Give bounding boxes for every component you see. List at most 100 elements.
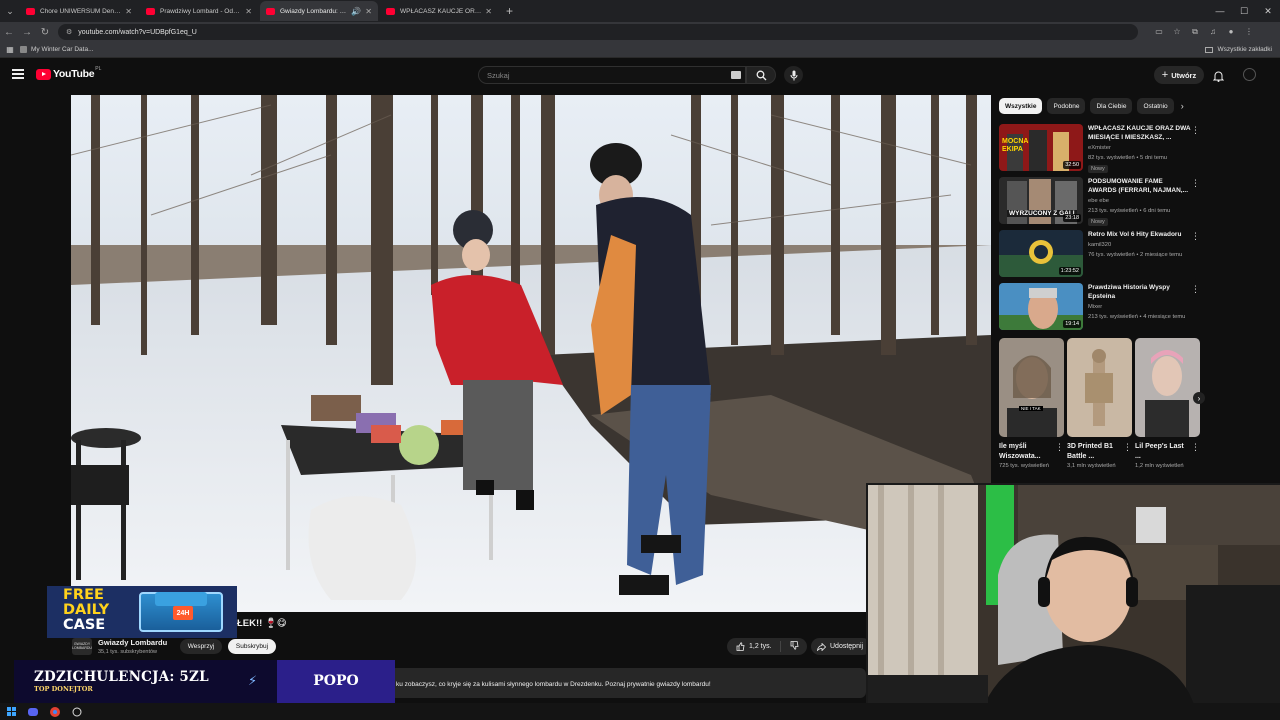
bookmarks-bar: ▦ My Winter Car Data... Wszystkie zakład… bbox=[0, 42, 1280, 58]
channel-avatar[interactable]: GWIAZDY LOMBARDU bbox=[72, 638, 92, 655]
short-title[interactable]: 3D Printed B1 Battle ... bbox=[1067, 442, 1122, 462]
minimize-icon[interactable]: — bbox=[1208, 0, 1232, 22]
chip-related[interactable]: Podobne bbox=[1047, 98, 1086, 114]
thumbs-up-icon bbox=[736, 642, 745, 651]
channel-name[interactable]: eXmister bbox=[1088, 145, 1111, 151]
all-bookmarks-button[interactable]: Wszystkie zakładki bbox=[1205, 46, 1272, 53]
recommendation-item[interactable]: MOCNA EKIPA 32:50 WPŁACASZ KAUCJE ORAZ D… bbox=[999, 124, 1204, 173]
new-tab-button[interactable]: + bbox=[500, 4, 519, 18]
short-item[interactable]: NIE I TAK Ile myśli Wiszowata... 725 tys… bbox=[999, 338, 1064, 469]
video-player[interactable] bbox=[71, 95, 991, 612]
browser-tab-2[interactable]: Prawdziwy Lombard - Odcinek ✕ bbox=[140, 1, 258, 21]
start-windows-icon[interactable] bbox=[0, 707, 22, 716]
subscribe-button[interactable]: Subskrybuj bbox=[228, 639, 276, 654]
shorts-shelf: NIE I TAK Ile myśli Wiszowata... 725 tys… bbox=[999, 338, 1205, 484]
url-field[interactable]: ⚙ youtube.com/watch?v=UDBpfG1eq_U bbox=[58, 24, 1138, 40]
close-icon[interactable]: ✕ bbox=[365, 7, 372, 16]
short-title[interactable]: Ile myśli Wiszowata... bbox=[999, 442, 1054, 462]
search-input[interactable]: Szukaj bbox=[478, 66, 746, 84]
close-icon[interactable]: ✕ bbox=[485, 7, 492, 16]
chevron-right-icon[interactable]: › bbox=[1181, 101, 1184, 111]
webcam-overlay bbox=[866, 483, 1280, 720]
create-button[interactable]: + Utwórz bbox=[1154, 66, 1204, 84]
chevron-right-icon[interactable]: › bbox=[1193, 392, 1205, 404]
extensions-icon[interactable]: ⧉ bbox=[1186, 27, 1204, 37]
browser-tab-4[interactable]: WPŁACASZ KAUCJE ORAZ DWA ✕ bbox=[380, 1, 498, 21]
more-options-icon[interactable]: ⋮ bbox=[1191, 178, 1200, 189]
short-item[interactable]: Lil Peep's Last ... 1,2 mln wyświetleń ⋮ bbox=[1135, 338, 1200, 469]
channel-name[interactable]: ebe ebe bbox=[1088, 198, 1109, 204]
browser-tab-3-active[interactable]: Gwiazdy Lombardu: Gotuje 🔊 ✕ bbox=[260, 1, 378, 21]
bookmark-star-icon[interactable]: ☆ bbox=[1168, 27, 1186, 37]
dislike-button[interactable] bbox=[781, 641, 807, 652]
speaker-icon[interactable]: 🔊 bbox=[351, 7, 361, 16]
like-button[interactable]: 1,2 tys. bbox=[727, 641, 781, 652]
donor-name: POPO bbox=[313, 673, 359, 689]
short-thumbnail[interactable] bbox=[1135, 338, 1200, 437]
voice-search-button[interactable] bbox=[784, 66, 803, 84]
chip-recent[interactable]: Ostatnio bbox=[1137, 98, 1174, 114]
recommendation-item[interactable]: 19:14 Prawdziwa Historia Wyspy Epsteina … bbox=[999, 283, 1204, 331]
close-window-icon[interactable]: ✕ bbox=[1256, 0, 1280, 22]
video-title[interactable]: Retro Mix Vol 6 Hity Ekwadoru bbox=[1088, 231, 1192, 240]
bookmark-item[interactable]: My Winter Car Data... bbox=[20, 46, 93, 53]
short-title[interactable]: Lil Peep's Last ... bbox=[1135, 442, 1190, 462]
hamburger-menu-icon[interactable] bbox=[12, 69, 24, 79]
notifications-button[interactable] bbox=[1212, 69, 1225, 87]
account-avatar[interactable] bbox=[1243, 68, 1256, 81]
site-info-icon[interactable]: ⚙ bbox=[66, 28, 72, 36]
video-thumbnail[interactable]: WYRZUCONY Z GALI 23:18 bbox=[999, 177, 1083, 224]
video-title[interactable]: WPŁACASZ KAUCJE ORAZ DWA MIESIĄCE I MIES… bbox=[1088, 125, 1192, 142]
channel-name[interactable]: Mixer bbox=[1088, 304, 1102, 310]
share-button[interactable]: Udostępnij bbox=[811, 638, 871, 655]
video-title[interactable]: PODSUMOWANIE FAME AWARDS (FERRARI, NAJMA… bbox=[1088, 178, 1192, 195]
youtube-favicon-icon bbox=[26, 7, 35, 15]
reload-icon[interactable]: ↻ bbox=[36, 27, 54, 38]
short-thumbnail[interactable]: NIE I TAK bbox=[999, 338, 1064, 437]
menu-kebab-icon[interactable]: ⋮ bbox=[1240, 27, 1258, 37]
recommendation-item[interactable]: 1:23:52 Retro Mix Vol 6 Hity Ekwadoru ka… bbox=[999, 230, 1204, 278]
apps-grid-icon[interactable]: ▦ bbox=[0, 45, 20, 54]
more-options-icon[interactable]: ⋮ bbox=[1055, 442, 1064, 453]
video-thumbnail[interactable]: 1:23:52 bbox=[999, 230, 1083, 277]
back-icon[interactable]: ← bbox=[0, 27, 18, 38]
more-options-icon[interactable]: ⋮ bbox=[1191, 442, 1200, 453]
short-item[interactable]: 3D Printed B1 Battle ... 3,1 mln wyświet… bbox=[1067, 338, 1132, 469]
app-icon[interactable] bbox=[66, 707, 88, 717]
create-label: Utwórz bbox=[1171, 70, 1197, 80]
short-thumbnail[interactable] bbox=[1067, 338, 1132, 437]
chip-for-you[interactable]: Dla Ciebie bbox=[1090, 98, 1133, 114]
profile-icon[interactable]: ● bbox=[1222, 27, 1240, 37]
free-case-line-1: FREE bbox=[63, 587, 104, 603]
cast-icon[interactable]: ▭ bbox=[1150, 27, 1168, 37]
forward-icon[interactable]: → bbox=[18, 27, 36, 38]
keyboard-icon[interactable] bbox=[731, 71, 741, 79]
youtube-logo[interactable]: YouTube PL bbox=[36, 66, 101, 80]
like-dislike-group: 1,2 tys. bbox=[727, 638, 807, 655]
tab-search-icon[interactable]: ⌄ bbox=[0, 1, 20, 21]
video-thumbnail[interactable]: MOCNA EKIPA 32:50 bbox=[999, 124, 1083, 171]
browser-tab-1[interactable]: Chore UNIWERSUM Deniłsa Zał ✕ bbox=[20, 1, 138, 21]
youtube-header: YouTube PL Szukaj + Utwórz bbox=[0, 58, 1280, 92]
discord-icon[interactable] bbox=[22, 707, 44, 716]
media-icon[interactable]: ♫ bbox=[1204, 27, 1222, 37]
chrome-icon[interactable] bbox=[44, 706, 66, 717]
new-badge: Nowy bbox=[1088, 218, 1108, 226]
more-options-icon[interactable]: ⋮ bbox=[1191, 125, 1200, 136]
recommendation-item[interactable]: WYRZUCONY Z GALI 23:18 PODSUMOWANIE FAME… bbox=[999, 177, 1204, 226]
close-icon[interactable]: ✕ bbox=[125, 7, 132, 16]
plus-icon: + bbox=[1161, 69, 1169, 81]
close-icon[interactable]: ✕ bbox=[245, 7, 252, 16]
chip-all[interactable]: Wszystkie bbox=[999, 98, 1043, 114]
24h-badge: 24H bbox=[173, 606, 193, 620]
support-button[interactable]: Wesprzyj bbox=[180, 639, 222, 654]
more-options-icon[interactable]: ⋮ bbox=[1191, 231, 1200, 242]
channel-name[interactable]: Gwiazdy Lombardu bbox=[98, 638, 167, 647]
maximize-icon[interactable]: ☐ bbox=[1232, 0, 1256, 22]
channel-name[interactable]: kamil320 bbox=[1088, 242, 1111, 248]
more-options-icon[interactable]: ⋮ bbox=[1123, 442, 1132, 453]
search-button[interactable] bbox=[746, 66, 776, 84]
video-thumbnail[interactable]: 19:14 bbox=[999, 283, 1083, 330]
more-options-icon[interactable]: ⋮ bbox=[1191, 284, 1200, 295]
video-title[interactable]: Prawdziwa Historia Wyspy Epsteina bbox=[1088, 284, 1192, 301]
